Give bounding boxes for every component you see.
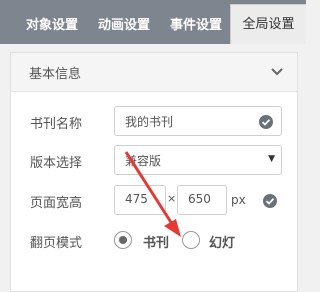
panel-header[interactable]: 基本信息 bbox=[11, 53, 297, 92]
check-circle-icon[interactable] bbox=[263, 194, 277, 208]
radio-book-label[interactable]: 书刊 bbox=[143, 232, 169, 251]
page-width-value: 475 bbox=[125, 192, 148, 206]
tab-bar: 对象设置 动画设置 事件设置 全局设置 bbox=[0, 0, 306, 44]
radio-slide[interactable] bbox=[182, 231, 200, 249]
book-name-label: 书刊名称 bbox=[30, 117, 83, 132]
radio-slide-label[interactable]: 幻灯 bbox=[209, 232, 235, 251]
tab-animation-settings[interactable]: 动画设置 bbox=[89, 9, 159, 44]
book-name-value: 我的书刊 bbox=[125, 115, 174, 129]
version-value: 兼容版 bbox=[125, 154, 162, 168]
page-height-value: 650 bbox=[188, 192, 211, 206]
chevron-down-icon[interactable] bbox=[269, 63, 285, 79]
radio-book[interactable] bbox=[114, 231, 132, 249]
dropdown-arrow-icon: ▼ bbox=[268, 154, 275, 164]
book-name-input[interactable]: 我的书刊 bbox=[114, 106, 282, 136]
version-select[interactable]: 兼容版 ▼ bbox=[114, 145, 282, 175]
page-height-input[interactable]: 650 bbox=[177, 185, 227, 215]
page-size-label: 页面宽高 bbox=[30, 196, 83, 211]
radio-selected-dot bbox=[119, 236, 127, 244]
size-separator: × bbox=[167, 192, 177, 205]
panel-title: 基本信息 bbox=[29, 67, 82, 82]
version-label: 版本选择 bbox=[30, 156, 83, 171]
tab-event-settings[interactable]: 事件设置 bbox=[161, 9, 231, 44]
basic-info-panel: 基本信息 书刊名称 我的书刊 版本选择 兼容版 ▼ 页面宽高 475 × 650… bbox=[10, 52, 298, 292]
check-circle-icon bbox=[259, 115, 273, 129]
tab-global-settings[interactable]: 全局设置 bbox=[230, 4, 306, 44]
flip-mode-label: 翻页模式 bbox=[30, 236, 83, 251]
tab-object-settings[interactable]: 对象设置 bbox=[17, 9, 87, 44]
unit-label: px bbox=[231, 193, 246, 207]
page-width-input[interactable]: 475 bbox=[114, 185, 166, 215]
